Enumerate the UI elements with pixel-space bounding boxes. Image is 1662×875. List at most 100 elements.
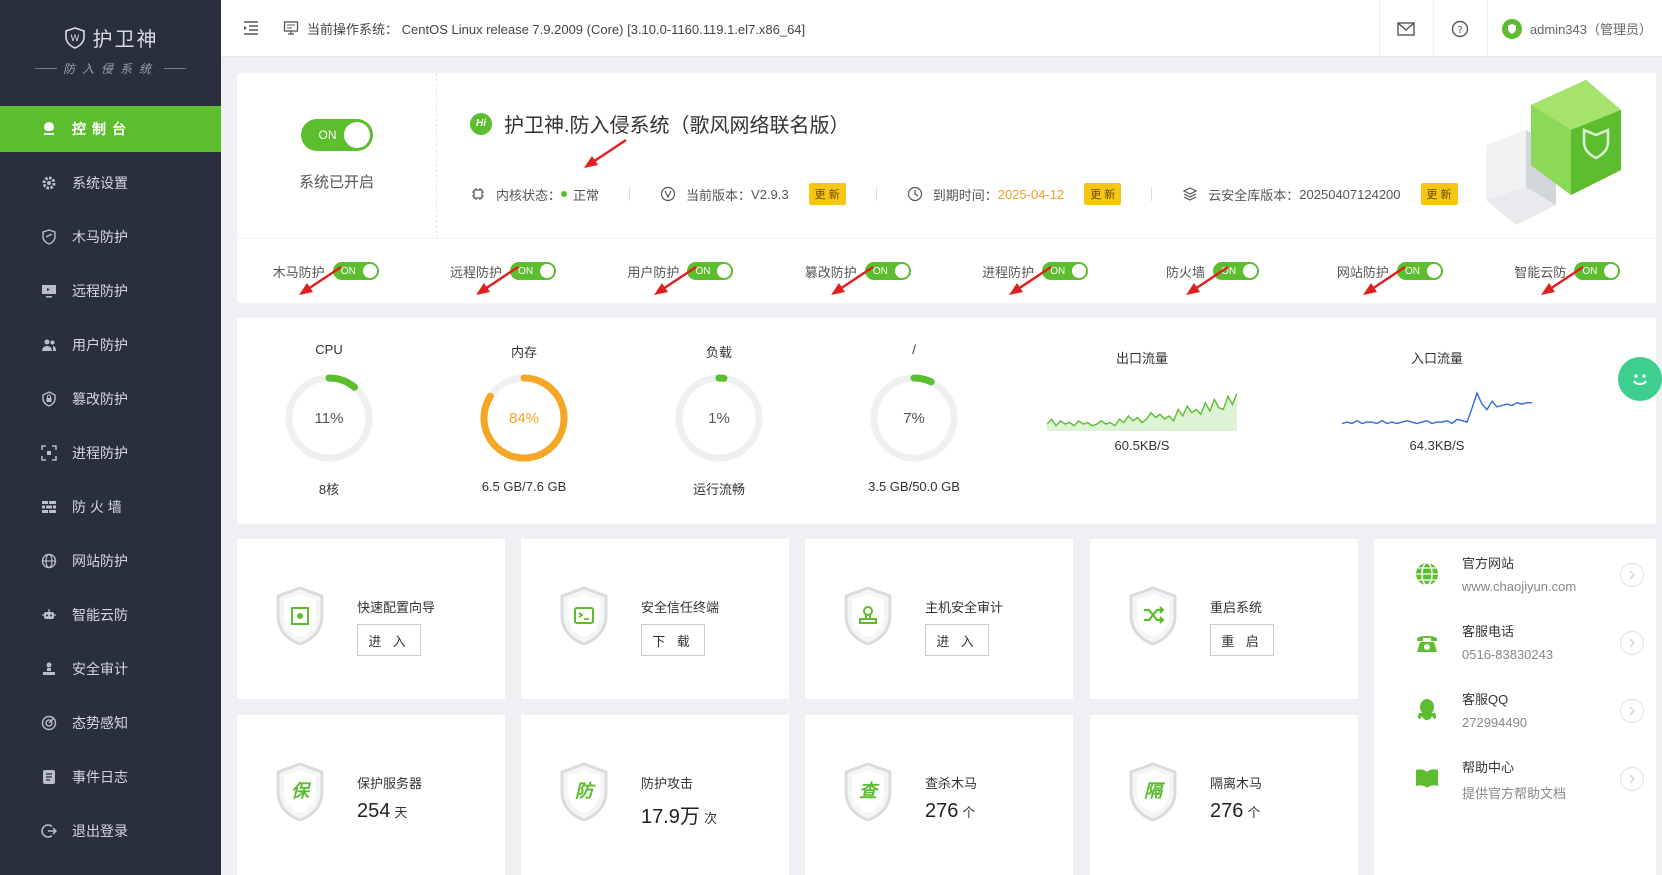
red-arrow-annotation (1363, 265, 1406, 295)
help-button[interactable]: ? (1432, 0, 1487, 57)
globe-icon (40, 552, 58, 570)
contact-panel: 官方网站 www.chaojiyun.com 客服电话 0516-83830243 客服… (1374, 539, 1656, 875)
sidebar-item-label: 进程防护 (72, 445, 128, 461)
contact-globe-icon (1414, 561, 1440, 587)
protection-toggle-item: 木马防护 ON (237, 239, 414, 303)
svg-text:防: 防 (575, 781, 596, 802)
traffic-area (1047, 393, 1237, 431)
system-switch-label: ON (318, 128, 337, 142)
sidebar-item-6[interactable]: 进程防护 (0, 426, 221, 480)
chevron-right-icon[interactable] (1620, 563, 1644, 587)
expire-label: 到期时间： (932, 187, 998, 203)
sidebar-item-7[interactable]: 防 火 墙 (0, 480, 221, 534)
brand-shield-logo: W (64, 26, 85, 49)
terminal-shield-icon (560, 586, 608, 646)
sidebar-item-label: 篡改防护 (72, 391, 128, 407)
gauge-sub: 8核 (318, 482, 340, 497)
sidebar-item-4[interactable]: 用户防护 (0, 318, 221, 372)
card-value: 276 (925, 800, 959, 822)
firewall-icon (40, 498, 58, 516)
chat-support-button[interactable] (1618, 357, 1662, 401)
gauge-value: 7% (903, 410, 925, 427)
brand: W 护卫神 防入侵系统 (0, 0, 221, 100)
kernel-status: 正常 (573, 187, 600, 203)
kernel-status-dot (561, 191, 568, 197)
card-action-button[interactable]: 下 载 (641, 624, 705, 656)
protection-toggles: 木马防护 ON 远程防护 ON 用户防护 ON 篡改防护 ON 进程防护 ON 防火墙 ON 网站防护 O… (237, 238, 1656, 303)
card-action-button[interactable]: 进 入 (357, 624, 421, 656)
system-master-switch[interactable]: ON (300, 119, 373, 151)
sidebar-item-2[interactable]: 木马防护 (0, 210, 221, 264)
cloud-update-button[interactable]: 更 新 (1420, 183, 1458, 205)
gauge-sub: 3.5 GB/50.0 GB (868, 479, 960, 494)
contact-item[interactable]: 客服QQ 272994490 (1414, 689, 1644, 749)
sidebar-item-label: 事件日志 (72, 769, 128, 785)
red-arrow-annotation (653, 265, 697, 295)
sidebar-item-10[interactable]: 安全审计 (0, 642, 221, 696)
sidebar-item-5[interactable]: 篡改防护 (0, 372, 221, 426)
menu-toggle-icon[interactable] (243, 20, 261, 36)
version-update-button[interactable]: 更 新 (808, 183, 846, 205)
monitor-panel: CPU 11% 8核 内存 84% 6.5 GB/7.6 GB 负载 1% 运行流畅 / 7% 3.5… (237, 318, 1656, 524)
contact-info: 272994490 (1462, 715, 1528, 730)
card-title: 防护攻击 (641, 776, 694, 791)
version-label: 当前版本： (686, 187, 752, 203)
os-label: 当前操作系统： (307, 21, 399, 37)
sidebar-item-1[interactable]: 系统设置 (0, 156, 221, 210)
isolate-shield-icon: 隔 (1129, 762, 1177, 822)
sidebar-item-label: 系统设置 (72, 175, 128, 191)
traffic-value: 64.3KB/S (1409, 438, 1465, 453)
mail-button[interactable] (1378, 0, 1433, 57)
gauge-value: 11% (315, 410, 344, 427)
sidebar-nav: 控制台系统设置木马防护 远程防护用户防护篡改防护进程防护防 火 墙网站防护 智能云防… (0, 106, 221, 858)
stamp-shield-icon (844, 586, 892, 646)
card-action-button[interactable]: 进 入 (925, 624, 989, 656)
chevron-right-icon[interactable] (1620, 699, 1644, 723)
system-status-panel: ON 系统已开启 Hi 护卫神.防入侵系统（歌风网络联名版） 内核状态： 正常 … (237, 73, 1656, 303)
gauge-label: 内存 (510, 345, 537, 360)
sidebar-item-0[interactable]: 控制台 (0, 106, 221, 152)
card-6: 查 查杀木马 276 个 (805, 715, 1073, 875)
card-action-button[interactable]: 重 启 (1210, 624, 1274, 656)
sidebar-item-label: 态势感知 (72, 715, 128, 731)
contact-item[interactable]: 客服电话 0516-83830243 (1414, 621, 1644, 681)
sidebar-item-13[interactable]: 退出登录 (0, 804, 221, 858)
chevron-right-icon[interactable] (1620, 631, 1644, 655)
user-menu[interactable]: admin343（管理员） (1486, 0, 1652, 57)
contact-item[interactable]: 帮助中心 提供官方帮助文档 (1414, 757, 1644, 817)
sidebar-item-3[interactable]: 远程防护 (0, 264, 221, 318)
traffic-value: 60.5KB/S (1114, 438, 1170, 453)
card-7: 隔 隔离木马 276 个 (1090, 715, 1358, 875)
sidebar-item-9[interactable]: 智能云防 (0, 588, 221, 642)
gauge-ring: 11% (285, 374, 373, 462)
gauge-ring: 84% (480, 374, 568, 462)
hi-badge-icon: Hi (470, 112, 492, 135)
sidebar-item-label: 防 火 墙 (72, 499, 122, 515)
traffic-0: 出口流量 60.5KB/S (1032, 318, 1252, 524)
contact-name: 官方网站 (1462, 556, 1515, 571)
traffic-1: 入口流量 64.3KB/S (1327, 318, 1547, 524)
gauge-value: 84% (509, 410, 539, 427)
traffic-sparkline (1341, 391, 1532, 425)
contact-item[interactable]: 官方网站 www.chaojiyun.com (1414, 553, 1644, 613)
contact-info: www.chaojiyun.com (1462, 579, 1577, 594)
gauge-label: / (912, 342, 916, 357)
sidebar-item-label: 用户防护 (72, 337, 128, 353)
sidebar-item-12[interactable]: 事件日志 (0, 750, 221, 804)
robot-icon (40, 606, 58, 624)
cloud-db-value: 20250407124200 (1299, 186, 1401, 202)
expire-update-button[interactable]: 更 新 (1084, 183, 1122, 205)
defend-shield-icon: 防 (560, 762, 608, 822)
user-avatar-icon (1501, 18, 1522, 39)
card-unit: 次 (703, 811, 717, 826)
logout-icon (40, 822, 58, 840)
protection-toggle-item: 网站防护 ON (1301, 239, 1478, 303)
svg-text:查: 查 (859, 781, 880, 802)
sidebar-item-8[interactable]: 网站防护 (0, 534, 221, 588)
sidebar-item-11[interactable]: 态势感知 (0, 696, 221, 750)
sidebar-item-label: 安全审计 (72, 661, 128, 677)
svg-text:?: ? (1458, 25, 1463, 36)
card-3: 重启系统重 启 (1090, 539, 1358, 699)
chevron-right-icon[interactable] (1620, 767, 1644, 791)
help-icon: ? (1452, 20, 1469, 37)
